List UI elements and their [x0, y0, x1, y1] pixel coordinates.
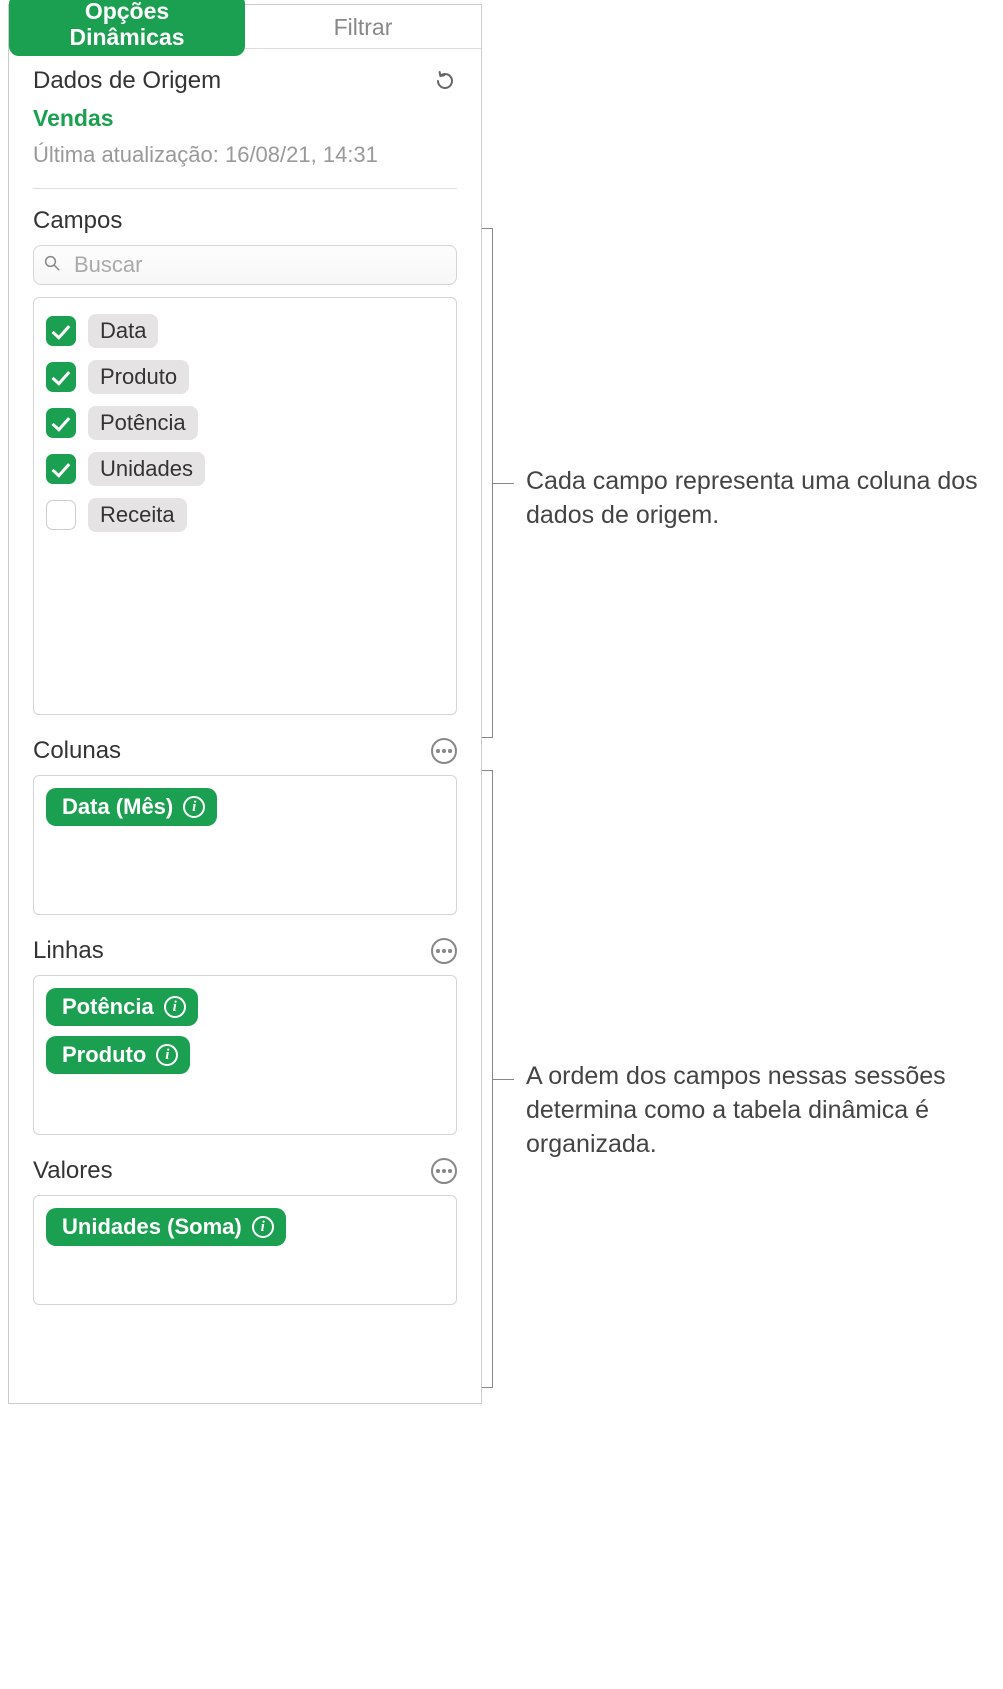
columns-header: Colunas [9, 715, 481, 765]
values-header: Valores [9, 1135, 481, 1185]
field-row-data[interactable]: Data [46, 308, 444, 354]
tab-dynamic-options-label: Opções Dinâmicas [9, 0, 245, 56]
fields-label: Campos [9, 189, 481, 235]
info-icon[interactable]: i [183, 796, 205, 818]
field-row-potencia[interactable]: Potência [46, 400, 444, 446]
field-chip-unidades[interactable]: Unidades [88, 452, 205, 486]
token-data-mes[interactable]: Data (Mês) i [46, 788, 217, 826]
checkbox-data[interactable] [46, 316, 76, 346]
origin-section: Dados de Origem Vendas Última atualizaçã… [9, 49, 481, 168]
callout-order: A ordem dos campos nessas sessões determ… [526, 1060, 986, 1161]
checkbox-potencia[interactable] [46, 408, 76, 438]
refresh-icon[interactable] [433, 69, 457, 93]
bracket-fields [492, 228, 493, 738]
info-icon[interactable]: i [252, 1216, 274, 1238]
panel-tabs: Opções Dinâmicas Filtrar [9, 5, 481, 49]
rows-header: Linhas [9, 915, 481, 965]
field-chip-data[interactable]: Data [88, 314, 158, 348]
values-label: Valores [33, 1157, 113, 1185]
field-chip-potencia[interactable]: Potência [88, 406, 198, 440]
pivot-options-panel: Opções Dinâmicas Filtrar Dados de Origem… [8, 4, 482, 1404]
field-chip-produto[interactable]: Produto [88, 360, 189, 394]
checkbox-receita[interactable] [46, 500, 76, 530]
token-label: Data (Mês) [62, 794, 173, 820]
fields-search-input[interactable] [33, 245, 457, 285]
values-more-icon[interactable] [431, 1158, 457, 1184]
info-icon[interactable]: i [156, 1044, 178, 1066]
rows-more-icon[interactable] [431, 938, 457, 964]
token-unidades-soma[interactable]: Unidades (Soma) i [46, 1208, 286, 1246]
field-row-receita[interactable]: Receita [46, 492, 444, 538]
bracket-order [492, 770, 493, 1388]
token-potencia[interactable]: Potência i [46, 988, 198, 1026]
tab-filter[interactable]: Filtrar [245, 5, 481, 49]
tab-dynamic-options[interactable]: Opções Dinâmicas [9, 0, 245, 59]
origin-table-name[interactable]: Vendas [33, 105, 457, 132]
columns-more-icon[interactable] [431, 738, 457, 764]
rows-dropzone[interactable]: Potência i Produto i [33, 975, 457, 1135]
token-produto[interactable]: Produto i [46, 1036, 190, 1074]
token-label: Produto [62, 1042, 146, 1068]
fields-list: Data Produto Potência Unidades Receita [33, 297, 457, 715]
token-label: Potência [62, 994, 154, 1020]
search-icon [43, 251, 61, 279]
field-chip-receita[interactable]: Receita [88, 498, 187, 532]
rows-label: Linhas [33, 937, 104, 965]
values-dropzone[interactable]: Unidades (Soma) i [33, 1195, 457, 1305]
fields-search-wrap [33, 245, 457, 285]
token-label: Unidades (Soma) [62, 1214, 242, 1240]
field-row-produto[interactable]: Produto [46, 354, 444, 400]
checkbox-produto[interactable] [46, 362, 76, 392]
checkbox-unidades[interactable] [46, 454, 76, 484]
tab-filter-label: Filtrar [334, 14, 393, 40]
columns-dropzone[interactable]: Data (Mês) i [33, 775, 457, 915]
info-icon[interactable]: i [164, 996, 186, 1018]
origin-header: Dados de Origem [33, 67, 457, 95]
columns-label: Colunas [33, 737, 121, 765]
field-row-unidades[interactable]: Unidades [46, 446, 444, 492]
origin-title: Dados de Origem [33, 67, 221, 95]
callout-fields: Cada campo representa uma coluna dos dad… [526, 465, 986, 533]
origin-last-update: Última atualização: 16/08/21, 14:31 [33, 142, 457, 168]
